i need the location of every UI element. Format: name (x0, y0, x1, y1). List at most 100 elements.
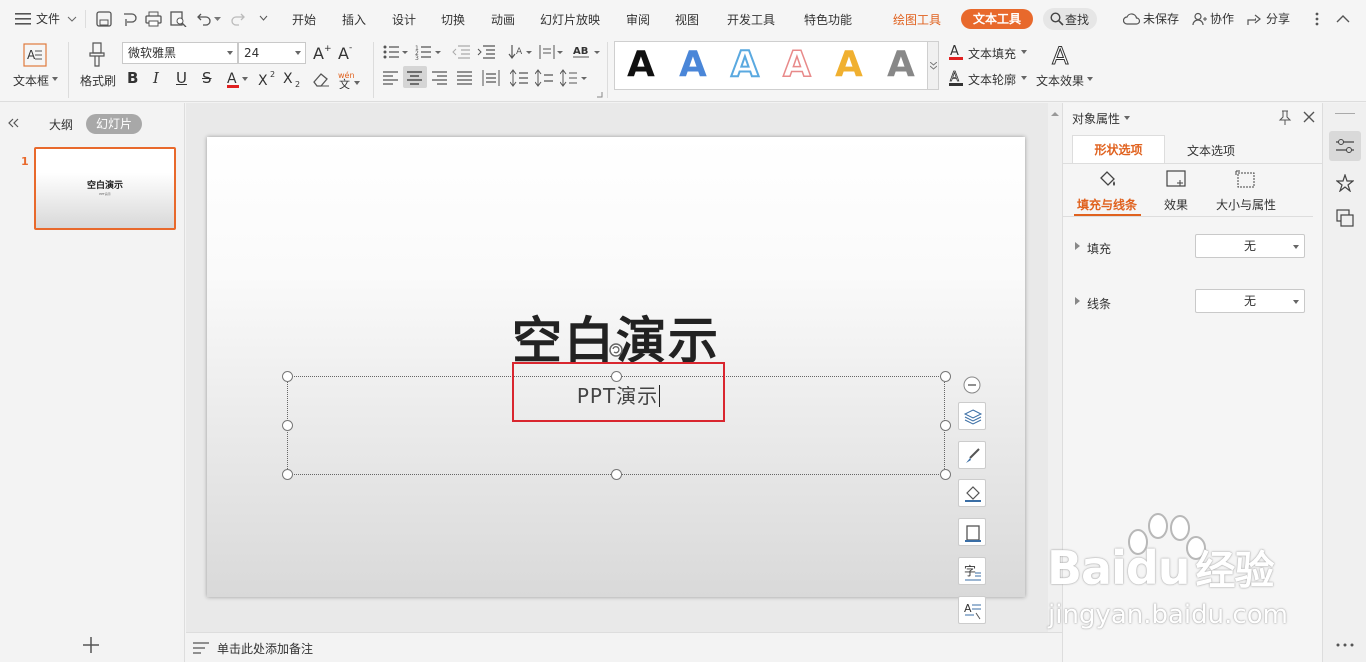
spacing-options-icon[interactable] (560, 69, 588, 87)
line-spacing-icon[interactable] (510, 69, 528, 87)
smart-art-icon[interactable]: AB (573, 43, 601, 61)
tab-view[interactable]: 视图 (675, 10, 699, 30)
bullets-icon[interactable] (383, 44, 409, 60)
textbox-icon[interactable]: A (23, 43, 47, 67)
increase-font-icon[interactable]: A + (313, 43, 331, 61)
brush-button[interactable] (958, 441, 986, 469)
align-text-icon[interactable] (538, 43, 564, 61)
tab-start[interactable]: 开始 (292, 10, 316, 30)
effects-icon[interactable] (1166, 170, 1188, 190)
tab-shape-options[interactable]: 形状选项 (1072, 135, 1165, 164)
paragraph-spacing-icon[interactable] (535, 69, 553, 87)
text-effect-icon[interactable]: A (1051, 42, 1075, 68)
subscript-icon[interactable]: X2 (283, 69, 303, 87)
tab-text-options[interactable]: 文本选项 (1187, 142, 1235, 159)
tab-design[interactable]: 设计 (392, 10, 416, 30)
bold-icon[interactable]: B (127, 69, 138, 87)
subtitle-text[interactable]: PPT演示 (512, 380, 725, 409)
collaborate-label[interactable]: 协作 (1210, 0, 1234, 38)
chevron-down-icon[interactable] (1021, 76, 1027, 80)
tab-special[interactable]: 特色功能 (804, 10, 852, 30)
animation-icon[interactable] (1336, 174, 1354, 192)
tab-transition[interactable]: 切换 (441, 10, 465, 30)
align-left-icon[interactable] (383, 71, 399, 85)
search-box[interactable]: 查找 (1043, 8, 1097, 30)
text-fill-icon[interactable]: A (949, 43, 965, 60)
resize-handle-bc[interactable] (611, 469, 622, 480)
resize-handle-mr[interactable] (940, 420, 951, 431)
line-label[interactable]: 线条 (1087, 295, 1111, 312)
gallery-scroll[interactable] (927, 41, 939, 90)
properties-button[interactable] (1329, 131, 1361, 161)
add-slide-icon[interactable] (83, 637, 99, 653)
close-icon[interactable] (1303, 111, 1315, 123)
strikethrough-icon[interactable]: S (202, 69, 212, 87)
customize-toolbar-icon[interactable] (259, 14, 268, 23)
hamburger-icon[interactable] (15, 13, 31, 25)
underline-icon[interactable]: U (176, 69, 187, 87)
print-preview-icon[interactable] (170, 11, 187, 27)
subtab-effects[interactable]: 效果 (1164, 196, 1188, 213)
text-outline-label[interactable]: 文本轮廓 (968, 71, 1016, 88)
line-dropdown[interactable]: 无 (1195, 289, 1305, 313)
scroll-up-icon[interactable] (1051, 111, 1059, 117)
text-fill-label[interactable]: 文本填充 (968, 45, 1016, 62)
rotate-handle-icon[interactable] (608, 342, 624, 358)
font-name-select[interactable]: 微软雅黑 (122, 42, 238, 64)
tab-insert[interactable]: 插入 (342, 10, 366, 30)
share-label[interactable]: 分享 (1266, 0, 1290, 38)
fill-line-icon[interactable] (1098, 169, 1118, 189)
size-properties-icon[interactable] (1235, 170, 1257, 190)
fill-dropdown[interactable]: 无 (1195, 234, 1305, 258)
cloud-icon[interactable] (1123, 12, 1141, 26)
outline-button[interactable] (958, 518, 986, 546)
slide-thumbnail[interactable]: 空白演示 PPT演示 (34, 147, 176, 230)
textbox-label[interactable]: 文本框 (13, 72, 49, 89)
italic-icon[interactable]: I (153, 69, 159, 87)
chevron-down-icon[interactable] (52, 77, 58, 81)
collaborate-icon[interactable] (1192, 12, 1208, 26)
resize-handle-tc[interactable] (611, 371, 622, 382)
collapse-panel-icon[interactable] (7, 118, 19, 128)
notes-placeholder[interactable]: 单击此处添加备注 (217, 640, 313, 657)
text-effect-button[interactable]: A (958, 596, 986, 624)
save-icon[interactable] (96, 11, 112, 27)
text-direction-icon[interactable]: A (508, 43, 532, 61)
subtab-size-properties[interactable]: 大小与属性 (1216, 196, 1276, 213)
chevron-down-icon[interactable] (1124, 116, 1130, 120)
tab-slideshow[interactable]: 幻灯片放映 (540, 10, 600, 30)
text-format-button[interactable]: 字 (958, 557, 986, 585)
resize-handle-br[interactable] (940, 469, 951, 480)
chevron-down-icon[interactable] (1021, 50, 1027, 54)
chevron-down-icon[interactable] (67, 16, 77, 23)
resize-handle-bl[interactable] (282, 469, 293, 480)
phonetic-icon[interactable]: wén文 (337, 69, 361, 89)
numbering-icon[interactable]: 123 (415, 44, 443, 60)
unsaved-status[interactable]: 未保存 (1143, 0, 1179, 38)
notes-bar[interactable]: 单击此处添加备注 (186, 632, 1062, 662)
style-gray[interactable]: A (887, 44, 915, 86)
tab-review[interactable]: 审阅 (626, 10, 650, 30)
more-horizontal-icon[interactable] (1336, 643, 1354, 647)
tab-draw-tools[interactable]: 绘图工具 (893, 10, 941, 30)
style-lightblue-outline[interactable]: A (730, 43, 760, 86)
paragraph-dialog-icon[interactable] (597, 92, 603, 98)
props-header[interactable]: 对象属性 (1072, 110, 1120, 127)
collapse-float-icon[interactable] (963, 376, 981, 394)
resize-handle-tl[interactable] (282, 371, 293, 382)
print-icon[interactable] (145, 11, 162, 27)
text-outline-icon[interactable]: A (949, 69, 965, 86)
tab-animation[interactable]: 动画 (491, 10, 515, 30)
superscript-icon[interactable]: X2 (258, 69, 278, 87)
fill-button[interactable] (958, 479, 986, 507)
format-painter-icon[interactable] (86, 42, 108, 68)
style-orange[interactable]: A (835, 44, 863, 86)
slide-transition-icon[interactable] (1336, 209, 1354, 227)
align-center-icon[interactable] (407, 71, 423, 85)
redo-icon[interactable] (230, 12, 245, 26)
decrease-font-icon[interactable]: A- (338, 43, 356, 61)
resize-handle-ml[interactable] (282, 420, 293, 431)
fill-label[interactable]: 填充 (1087, 240, 1111, 257)
undo-icon[interactable] (197, 12, 212, 26)
export-pdf-icon[interactable] (121, 11, 137, 27)
